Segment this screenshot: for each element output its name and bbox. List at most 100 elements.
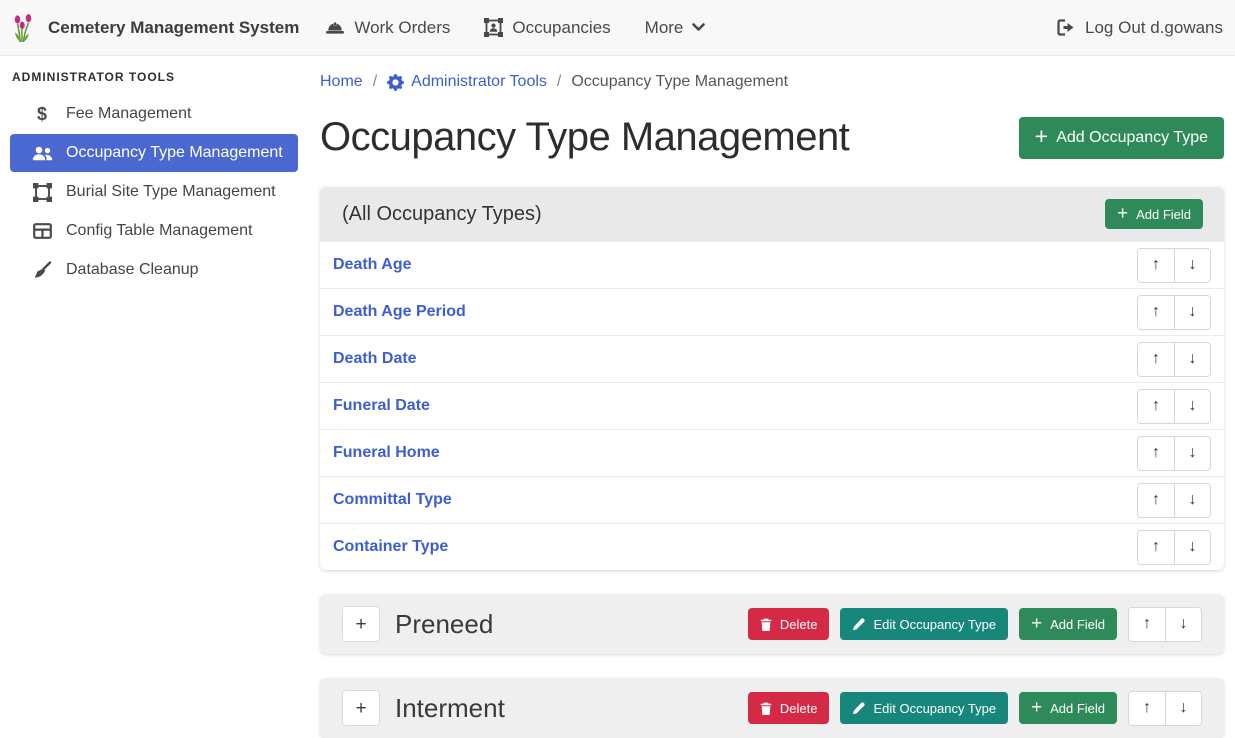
expand-button[interactable]: + [342, 690, 380, 726]
logout-button[interactable]: Log Out d.gowans [1057, 10, 1223, 46]
sidebar-item-config-table-management[interactable]: Config Table Management [10, 212, 298, 250]
sidebar-item-database-cleanup[interactable]: Database Cleanup [10, 251, 298, 289]
sidebar-heading: ADMINISTRATOR TOOLS [0, 63, 310, 94]
add-field-button[interactable]: + Add Field [1019, 608, 1117, 640]
sidebar-item-label: Occupancy Type Management [66, 144, 283, 162]
arrow-down-icon: ↓ [1189, 350, 1197, 367]
add-occupancy-type-button[interactable]: + Add Occupancy Type [1019, 117, 1224, 159]
sidebar-item-label: Fee Management [66, 105, 191, 123]
navbar-right: Log Out d.gowans [1057, 10, 1223, 46]
users-icon [30, 146, 54, 161]
move-up-button[interactable]: ↑ [1129, 692, 1165, 725]
pencil-icon [852, 702, 865, 715]
reorder-buttons: ↑ ↓ [1128, 691, 1202, 726]
field-link[interactable]: Funeral Home [333, 444, 440, 462]
move-up-button[interactable]: ↑ [1138, 484, 1174, 517]
move-up-button[interactable]: ↑ [1138, 531, 1174, 564]
sidebar-item-label: Burial Site Type Management [66, 183, 276, 201]
move-down-button[interactable]: ↓ [1174, 531, 1210, 564]
add-field-label: Add Field [1050, 617, 1105, 632]
field-link[interactable]: Death Age Period [333, 303, 466, 321]
move-up-button[interactable]: ↑ [1138, 390, 1174, 423]
field-row: Death Date ↑ ↓ [320, 335, 1224, 382]
brand[interactable]: Cemetery Management System [12, 13, 299, 43]
field-link[interactable]: Death Date [333, 350, 417, 368]
section-actions: Delete Edit Occupancy Type + Add Field [748, 607, 1202, 642]
card-title: (All Occupancy Types) [342, 203, 542, 226]
nav-item-work-orders[interactable]: Work Orders [325, 10, 450, 46]
move-down-button[interactable]: ↓ [1174, 437, 1210, 470]
move-up-button[interactable]: ↑ [1138, 437, 1174, 470]
reorder-buttons: ↑ ↓ [1137, 295, 1211, 330]
expand-button[interactable]: + [342, 606, 380, 642]
section-title: Preneed [395, 609, 493, 640]
table-icon [30, 223, 54, 239]
vector-square-icon [30, 183, 54, 202]
plus-icon: + [1031, 698, 1042, 717]
all-occupancy-types-card: (All Occupancy Types) + Add Field Death … [320, 187, 1224, 570]
arrow-down-icon: ↓ [1180, 699, 1188, 716]
move-down-button[interactable]: ↓ [1174, 249, 1210, 282]
move-up-button[interactable]: ↑ [1138, 249, 1174, 282]
sidebar-item-occupancy-type-management[interactable]: Occupancy Type Management [10, 134, 298, 172]
move-down-button[interactable]: ↓ [1174, 390, 1210, 423]
logout-label: Log Out d.gowans [1085, 18, 1223, 38]
breadcrumb-home[interactable]: Home [320, 73, 363, 91]
nav-item-occupancies[interactable]: Occupancies [484, 10, 610, 46]
delete-label: Delete [780, 617, 818, 632]
move-down-button[interactable]: ↓ [1165, 608, 1201, 641]
field-row: Death Age ↑ ↓ [320, 241, 1224, 288]
page-header: Occupancy Type Management + Add Occupanc… [320, 115, 1224, 160]
gear-icon [387, 74, 404, 91]
field-link[interactable]: Funeral Date [333, 397, 430, 415]
move-up-button[interactable]: ↑ [1138, 296, 1174, 329]
arrow-down-icon: ↓ [1189, 491, 1197, 508]
edit-occupancy-type-button[interactable]: Edit Occupancy Type [840, 608, 1008, 640]
add-field-label: Add Field [1136, 207, 1191, 222]
breadcrumb-admin-tools[interactable]: Administrator Tools [387, 73, 547, 91]
field-row: Committal Type ↑ ↓ [320, 476, 1224, 523]
trash-icon [760, 618, 772, 631]
move-down-button[interactable]: ↓ [1174, 296, 1210, 329]
nav-links: Work Orders Occupancies [325, 10, 739, 46]
card-header: (All Occupancy Types) + Add Field [320, 187, 1224, 241]
breadcrumb: Home / Administrator Tools / Occupancy T… [320, 73, 1224, 91]
pencil-icon [852, 618, 865, 631]
reorder-buttons: ↑ ↓ [1137, 248, 1211, 283]
sign-out-icon [1057, 19, 1076, 36]
plus-icon: + [355, 614, 366, 635]
move-down-button[interactable]: ↓ [1174, 484, 1210, 517]
move-up-button[interactable]: ↑ [1138, 343, 1174, 376]
sidebar-item-fee-management[interactable]: $ Fee Management [10, 95, 298, 133]
delete-button[interactable]: Delete [748, 608, 830, 640]
arrow-up-icon: ↑ [1152, 350, 1160, 367]
edit-occupancy-type-button[interactable]: Edit Occupancy Type [840, 692, 1008, 724]
field-link[interactable]: Container Type [333, 538, 448, 556]
field-link[interactable]: Committal Type [333, 491, 452, 509]
arrow-down-icon: ↓ [1189, 538, 1197, 555]
field-row: Container Type ↑ ↓ [320, 523, 1224, 570]
field-row: Funeral Home ↑ ↓ [320, 429, 1224, 476]
add-field-label: Add Field [1050, 701, 1105, 716]
add-occupancy-type-label: Add Occupancy Type [1056, 129, 1208, 147]
delete-button[interactable]: Delete [748, 692, 830, 724]
reorder-buttons: ↑ ↓ [1137, 483, 1211, 518]
move-down-button[interactable]: ↓ [1165, 692, 1201, 725]
section-title: Interment [395, 693, 505, 724]
sidebar-item-burial-site-type-management[interactable]: Burial Site Type Management [10, 173, 298, 211]
nav-item-label: More [645, 18, 684, 38]
move-down-button[interactable]: ↓ [1174, 343, 1210, 376]
field-link[interactable]: Death Age [333, 256, 412, 274]
nav-item-more[interactable]: More [645, 10, 706, 46]
breadcrumb-separator: / [373, 73, 377, 91]
reorder-buttons: ↑ ↓ [1137, 436, 1211, 471]
move-up-button[interactable]: ↑ [1129, 608, 1165, 641]
add-field-button[interactable]: + Add Field [1019, 692, 1117, 724]
reorder-buttons: ↑ ↓ [1137, 342, 1211, 377]
tulip-logo-icon [12, 13, 38, 43]
trash-icon [760, 702, 772, 715]
hard-hat-icon [325, 20, 345, 36]
add-field-button[interactable]: + Add Field [1105, 199, 1203, 229]
occupancy-type-section-preneed: + Preneed Delete [320, 594, 1224, 654]
app-window: Cemetery Management System Work Orders [0, 0, 1235, 738]
